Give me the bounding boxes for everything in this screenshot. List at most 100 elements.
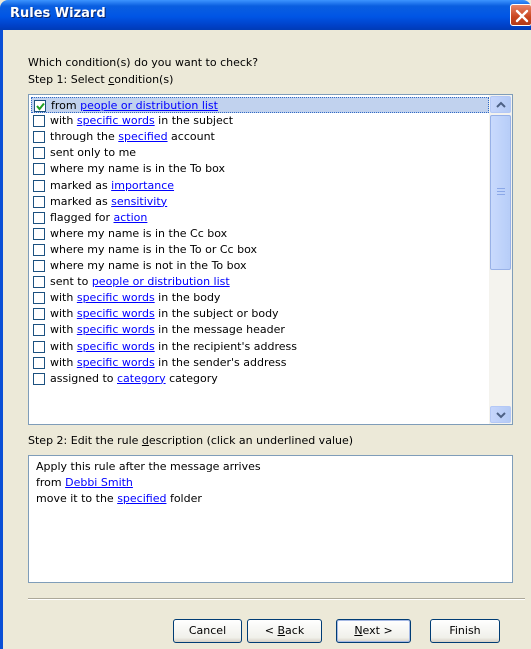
condition-item[interactable]: marked as importance bbox=[31, 178, 489, 194]
chevron-up-icon bbox=[496, 101, 506, 108]
value-link[interactable]: specific words bbox=[77, 307, 155, 320]
condition-label: sent only to me bbox=[50, 145, 136, 161]
condition-label: flagged for action bbox=[50, 210, 147, 226]
condition-label: where my name is in the Cc box bbox=[50, 226, 227, 242]
condition-checkbox[interactable] bbox=[33, 324, 45, 337]
condition-item[interactable]: flagged for action bbox=[31, 210, 489, 226]
chevron-down-icon bbox=[496, 412, 506, 419]
value-link[interactable]: specific words bbox=[77, 340, 155, 353]
conditions-list[interactable]: from people or distribution list with spe… bbox=[28, 94, 513, 425]
text-fragment: sent to bbox=[50, 275, 92, 289]
step2-label: Step 2: Edit the rule description (click… bbox=[28, 434, 354, 447]
text-fragment: in the message header bbox=[154, 323, 285, 337]
text-fragment: where my name is in the Cc box bbox=[50, 226, 228, 240]
button-separator bbox=[28, 598, 525, 600]
condition-label: assigned to category category bbox=[50, 371, 218, 387]
condition-checkbox[interactable] bbox=[33, 372, 45, 385]
text-fragment: account bbox=[167, 130, 215, 144]
condition-checkbox[interactable] bbox=[33, 211, 45, 224]
condition-item[interactable]: where my name is in the Cc box bbox=[31, 226, 489, 242]
text-fragment: where my name is in the To box bbox=[50, 162, 226, 176]
text-fragment: in the sender's address bbox=[154, 355, 287, 369]
value-link[interactable]: specific words bbox=[77, 291, 155, 304]
condition-label: from people or distribution list bbox=[51, 98, 218, 114]
condition-item[interactable]: where my name is not in the To box bbox=[31, 258, 489, 274]
scroll-thumb[interactable] bbox=[490, 115, 511, 270]
condition-item[interactable]: with specific words in the subject or bo… bbox=[31, 306, 489, 322]
window-frame-left bbox=[0, 30, 3, 649]
scroll-down-button[interactable] bbox=[490, 406, 511, 423]
condition-checkbox[interactable] bbox=[33, 276, 45, 289]
condition-checkbox[interactable] bbox=[33, 115, 45, 128]
close-button[interactable] bbox=[510, 4, 531, 26]
text-fragment: through the bbox=[50, 130, 119, 144]
condition-label: with specific words in the body bbox=[50, 290, 220, 306]
value-link[interactable]: specific words bbox=[77, 323, 155, 336]
text-fragment: with bbox=[50, 291, 77, 305]
condition-item[interactable]: assigned to category category bbox=[31, 371, 489, 387]
description-line: Apply this rule after the message arrive… bbox=[36, 460, 261, 474]
rule-description-box[interactable]: Apply this rule after the message arrive… bbox=[28, 455, 513, 583]
condition-checkbox[interactable] bbox=[33, 227, 45, 240]
finish-button[interactable]: Finish bbox=[430, 619, 500, 643]
condition-item[interactable]: through the specified account bbox=[31, 129, 489, 145]
condition-checkbox[interactable] bbox=[33, 260, 45, 272]
value-link[interactable]: Debbi Smith bbox=[65, 476, 133, 489]
scrollbar[interactable] bbox=[489, 95, 512, 424]
condition-item[interactable]: sent only to me bbox=[31, 145, 489, 161]
value-link[interactable]: specific words bbox=[77, 114, 155, 127]
value-link[interactable]: sensitivity bbox=[111, 195, 167, 208]
condition-item[interactable]: sent to people or distribution list bbox=[31, 274, 489, 290]
condition-item[interactable]: with specific words in the subject bbox=[31, 113, 489, 129]
title-bar[interactable]: Rules Wizard bbox=[0, 0, 531, 30]
value-link[interactable]: importance bbox=[111, 179, 174, 192]
text-fragment: Apply this rule after the message arrive… bbox=[36, 460, 261, 473]
condition-checkbox[interactable] bbox=[33, 131, 45, 144]
condition-checkbox[interactable] bbox=[33, 308, 45, 321]
value-link[interactable]: people or distribution list bbox=[92, 275, 230, 288]
scroll-up-button[interactable] bbox=[490, 96, 511, 113]
condition-label: where my name is in the To box bbox=[50, 161, 225, 177]
condition-label: through the specified account bbox=[50, 129, 215, 145]
step1-label: Step 1: Select condition(s) bbox=[28, 73, 174, 86]
description-line: move it to the specified folder bbox=[36, 492, 202, 506]
text-fragment: with bbox=[50, 339, 77, 353]
condition-checkbox[interactable] bbox=[34, 100, 46, 112]
condition-checkbox[interactable] bbox=[33, 179, 45, 192]
value-link[interactable]: specific words bbox=[77, 356, 155, 369]
cancel-button[interactable]: Cancel bbox=[173, 619, 242, 643]
value-link[interactable]: people or distribution list bbox=[80, 99, 218, 112]
condition-label: marked as importance bbox=[50, 178, 174, 194]
back-button[interactable]: < Back bbox=[247, 619, 322, 643]
value-link[interactable]: action bbox=[114, 211, 148, 224]
condition-checkbox[interactable] bbox=[33, 147, 45, 160]
next-button[interactable]: Next > bbox=[336, 619, 411, 643]
condition-checkbox[interactable] bbox=[33, 195, 45, 208]
condition-checkbox[interactable] bbox=[33, 292, 45, 305]
condition-item[interactable]: where my name is in the To or Cc box bbox=[31, 242, 489, 258]
text-fragment: category bbox=[165, 371, 218, 385]
condition-item[interactable]: with specific words in the body bbox=[31, 290, 489, 306]
text-fragment: in the recipient's address bbox=[154, 339, 297, 353]
rules-wizard-window: Rules Wizard Which condition(s) do you w… bbox=[0, 0, 531, 649]
condition-item[interactable]: with specific words in the recipient's a… bbox=[31, 339, 489, 355]
condition-label: marked as sensitivity bbox=[50, 194, 167, 210]
condition-label: with specific words in the subject bbox=[50, 113, 233, 129]
condition-label: where my name is not in the To box bbox=[50, 258, 247, 274]
condition-item[interactable]: with specific words in the sender's addr… bbox=[31, 355, 489, 371]
condition-item[interactable]: with specific words in the message heade… bbox=[31, 322, 489, 338]
condition-checkbox[interactable] bbox=[33, 356, 45, 369]
value-link[interactable]: specified bbox=[117, 492, 166, 505]
text-fragment: with bbox=[50, 323, 77, 337]
text-fragment: with bbox=[50, 114, 77, 128]
value-link[interactable]: specified bbox=[118, 130, 167, 143]
condition-item[interactable]: from people or distribution list bbox=[31, 97, 489, 113]
question-label: Which condition(s) do you want to check? bbox=[28, 56, 259, 69]
condition-checkbox[interactable] bbox=[33, 163, 45, 176]
condition-item[interactable]: marked as sensitivity bbox=[31, 194, 489, 210]
condition-item[interactable]: where my name is in the To box bbox=[31, 161, 489, 177]
condition-checkbox[interactable] bbox=[33, 243, 45, 256]
text-fragment: in the subject bbox=[154, 114, 234, 128]
value-link[interactable]: category bbox=[117, 372, 166, 385]
condition-checkbox[interactable] bbox=[33, 340, 45, 353]
